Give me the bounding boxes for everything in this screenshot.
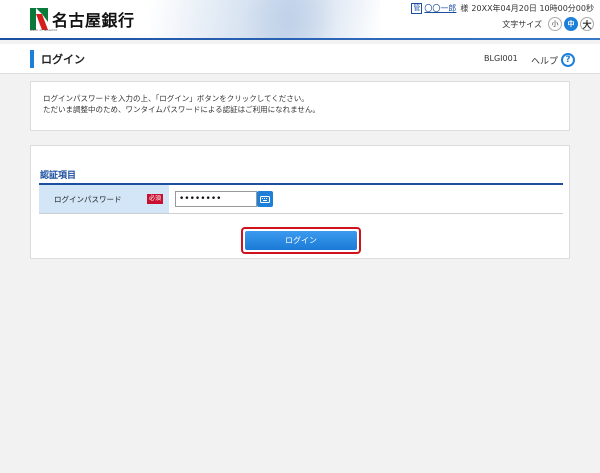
software-keyboard-button[interactable]	[257, 191, 273, 207]
user-info: 管 〇〇一郎 様 20XX年04月20日 10時00分00秒	[411, 3, 594, 14]
user-suffix: 様	[460, 4, 469, 13]
app-header: 名古屋銀行 Bank of NAGOYA 管 〇〇一郎 様 20XX年04月20…	[0, 0, 600, 40]
font-size-small-button[interactable]: 小	[548, 17, 562, 31]
title-accent-bar	[30, 50, 34, 68]
help-icon: ?	[561, 53, 576, 67]
password-row: ログインパスワード 必須	[39, 185, 563, 214]
screen-id: BLGI001	[484, 54, 518, 63]
instruction-panel: ログインパスワードを入力の上、「ログイン」ボタンをクリックしてください。 ただい…	[30, 81, 570, 131]
page-title: ログイン	[41, 53, 85, 66]
font-size-label: 文字サイズ	[502, 19, 542, 29]
password-label-cell: ログインパスワード 必須	[39, 185, 169, 213]
header-divider	[0, 38, 600, 40]
bank-logo-icon	[30, 8, 48, 30]
user-badge: 管	[411, 3, 423, 14]
bank-name: 名古屋銀行	[52, 11, 135, 30]
font-size-large-button[interactable]: 大	[580, 17, 594, 31]
instruction-line-2: ただいま調整中のため、ワンタイムパスワードによる認証はご利用になれません。	[43, 105, 320, 114]
required-badge: 必須	[147, 194, 164, 204]
user-name-link[interactable]: 〇〇一郎	[424, 3, 456, 14]
page-titlebar: ログイン BLGI001 ヘルプ ?	[0, 44, 600, 74]
auth-panel: 認証項目 ログインパスワード 必須 ログイン	[30, 145, 570, 259]
help-link[interactable]: ヘルプ ?	[531, 53, 576, 67]
header-decoration-glow	[230, 0, 350, 40]
font-size-medium-button[interactable]: 中	[564, 17, 578, 31]
instruction-line-1: ログインパスワードを入力の上、「ログイン」ボタンをクリックしてください。	[43, 94, 309, 103]
bank-logo-subtext: Bank of NAGOYA	[30, 28, 58, 32]
login-datetime: 20XX年04月20日 10時00分00秒	[471, 4, 594, 13]
auth-section-title: 認証項目	[40, 171, 77, 181]
help-label: ヘルプ	[531, 56, 559, 67]
font-size-selector: 文字サイズ 小 中 大	[502, 17, 594, 31]
password-label: ログインパスワード	[54, 195, 122, 204]
password-input[interactable]	[175, 191, 257, 207]
login-button[interactable]: ログイン	[245, 231, 357, 250]
keyboard-icon	[260, 195, 270, 203]
